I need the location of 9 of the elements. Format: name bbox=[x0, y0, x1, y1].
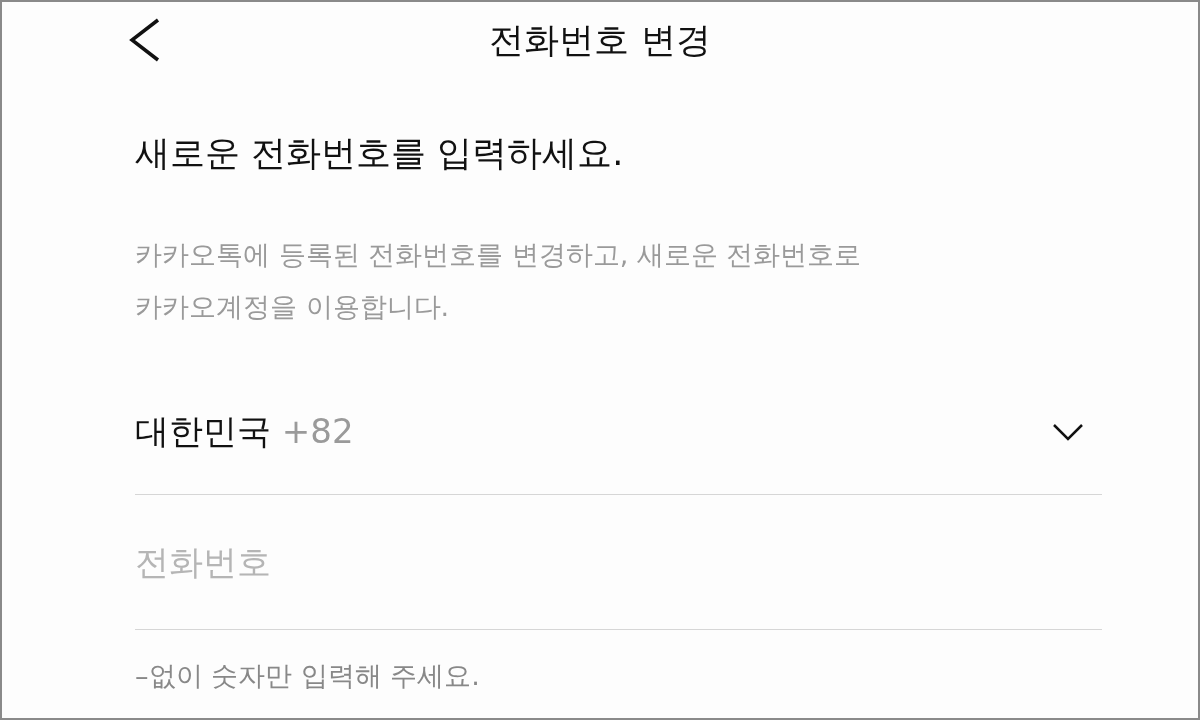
country-selector[interactable]: 대한민국 +82 bbox=[135, 387, 1102, 495]
chevron-down-icon bbox=[1052, 422, 1084, 441]
hint-text: –없이 숫자만 입력해 주세요. bbox=[135, 659, 481, 693]
phone-input-field[interactable]: 전화번호 bbox=[135, 495, 1102, 630]
back-icon bbox=[128, 17, 162, 63]
back-button[interactable] bbox=[128, 17, 162, 63]
heading: 새로운 전화번호를 입력하세요. bbox=[135, 132, 625, 175]
screen-title: 전화번호 변경 bbox=[488, 18, 712, 62]
description: 카카오톡에 등록된 전화번호를 변경하고, 새로운 전화번호로 카카오계정을 이용합니다. bbox=[135, 238, 863, 324]
